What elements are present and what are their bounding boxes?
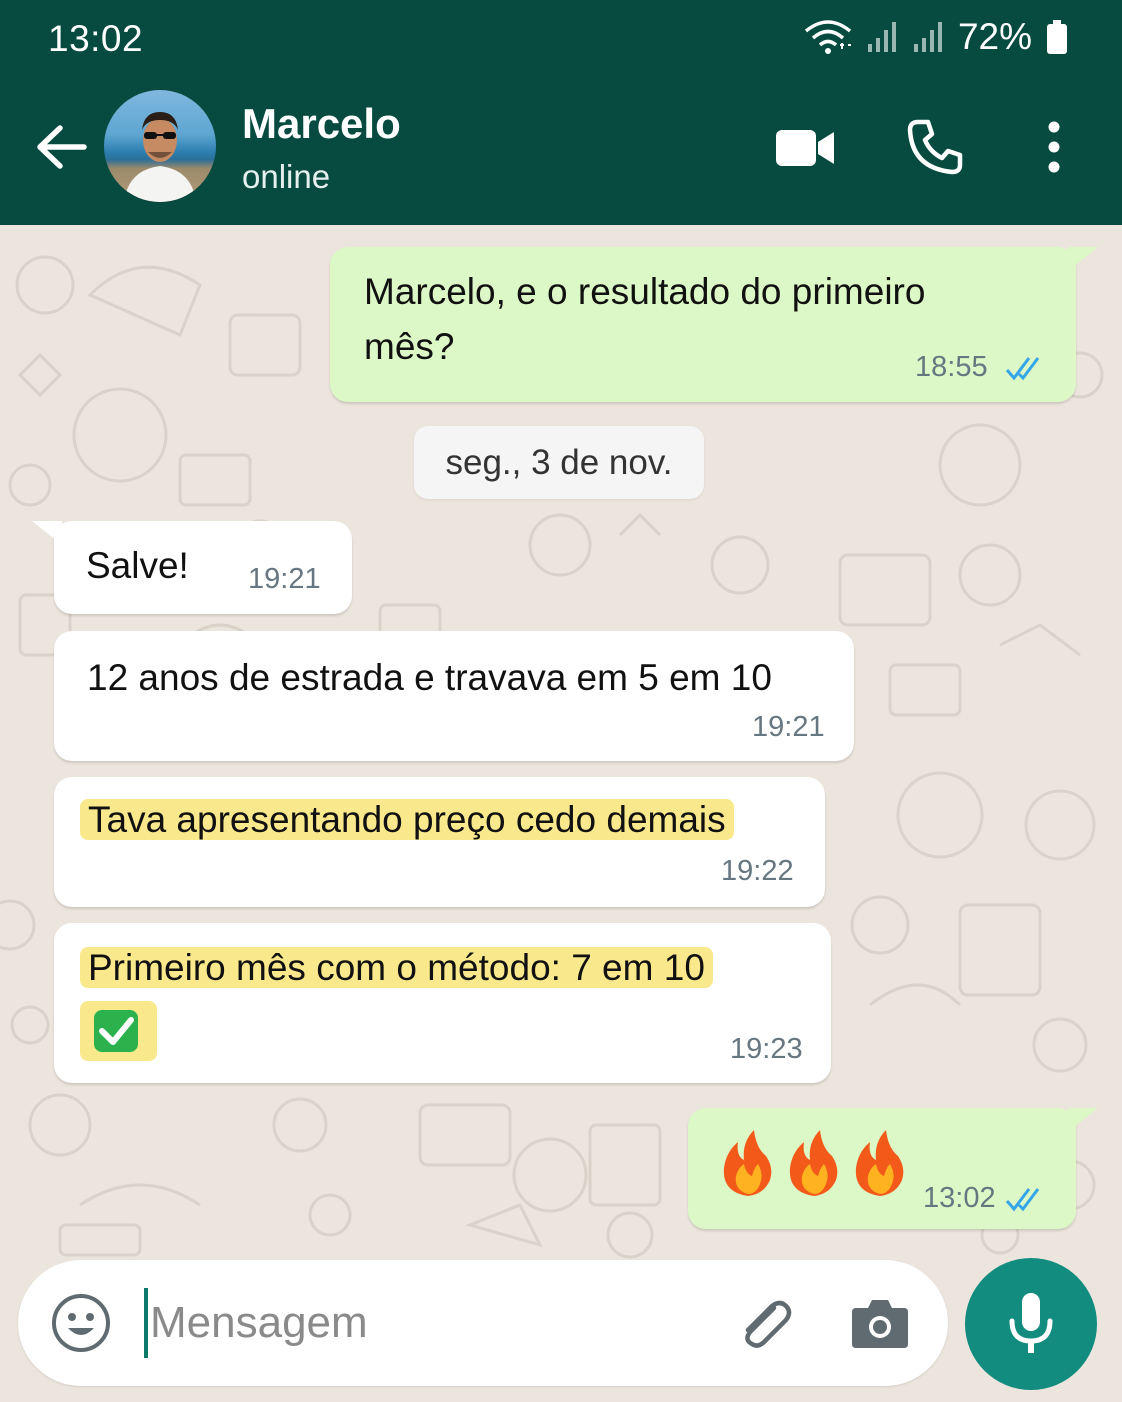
contact-status: online: [242, 158, 331, 195]
message-time: 19:23: [730, 1033, 803, 1065]
message-input[interactable]: [144, 1288, 704, 1358]
status-bar: 13:02 72%: [0, 0, 1122, 70]
battery-percent: 72%: [957, 16, 1032, 57]
message-incoming[interactable]: Primeiro mês com o método: 7 em 10 19:23: [54, 923, 831, 1083]
status-time: 13:02: [48, 18, 144, 59]
back-arrow-icon[interactable]: [34, 122, 90, 172]
avatar-photo: [124, 112, 196, 202]
message-incoming[interactable]: Tava apresentando preço cedo demais 19:2…: [54, 777, 825, 907]
message-time: 18:55: [915, 351, 988, 383]
fire-emojis: [723, 1130, 904, 1196]
highlighted-text: Tava apresentando preço cedo demais: [80, 799, 734, 840]
highlighted-text: Primeiro mês com o método: 7 em 10: [80, 947, 713, 988]
message-text-line: mês?: [364, 326, 455, 367]
read-receipt-icon: [1005, 1188, 1040, 1212]
microphone-icon: [1009, 1293, 1053, 1353]
phone-icon[interactable]: [906, 118, 964, 176]
message-text: Primeiro mês com o método: 7 em 10: [80, 941, 713, 995]
message-outgoing[interactable]: Marcelo, e o resultado do primeiro mês? …: [330, 247, 1098, 402]
message-time: 13:02: [923, 1182, 996, 1214]
message-time: 19:22: [721, 855, 794, 887]
camera-icon[interactable]: [850, 1296, 910, 1350]
chat-area[interactable]: Marcelo, e o resultado do primeiro mês? …: [0, 225, 1122, 1402]
wifi-icon: [804, 20, 852, 54]
bubble-tail: [1068, 247, 1098, 271]
message-text-line: Marcelo, e o resultado do primeiro: [364, 271, 926, 312]
message-incoming[interactable]: 12 anos de estrada e travava em 5 em 10 …: [54, 631, 854, 761]
check-mark-icon: [94, 1010, 138, 1052]
paperclip-icon[interactable]: [736, 1294, 792, 1350]
message-time: 19:21: [248, 563, 321, 595]
fire-icon: [789, 1130, 838, 1196]
message-text: Tava apresentando preço cedo demais: [80, 793, 734, 847]
signal-icon-2: [913, 22, 942, 52]
smiley-icon[interactable]: [50, 1292, 112, 1354]
date-divider: seg., 3 de nov.: [414, 426, 704, 499]
signal-icon: [867, 22, 896, 52]
read-receipt-icon: [1005, 357, 1040, 381]
fire-emoji-text: 🔥🔥🔥: [718, 1138, 719, 1139]
message-time: 19:21: [752, 711, 825, 743]
fire-icon: [723, 1130, 772, 1196]
message-composer: [18, 1260, 948, 1386]
message-incoming[interactable]: Salve! 19:21: [32, 521, 352, 614]
more-vertical-icon[interactable]: [1040, 120, 1068, 174]
bubble-tail: [32, 521, 62, 545]
whatsapp-chat-screen: 13:02 72% Marcelo online Marcelo, e o re…: [0, 0, 1122, 1402]
bubble-tail: [1068, 1108, 1098, 1132]
avatar[interactable]: [104, 90, 216, 202]
message-text: 12 anos de estrada e travava em 5 em 10: [87, 657, 772, 698]
chat-header: Marcelo online: [0, 70, 1122, 225]
battery-icon: [1047, 20, 1067, 54]
contact-name[interactable]: Marcelo: [242, 100, 401, 148]
message-text: Salve!: [86, 545, 189, 586]
message-outgoing[interactable]: 🔥🔥🔥 13:02: [688, 1108, 1098, 1229]
status-icons: 72%: [804, 16, 1068, 58]
video-call-icon[interactable]: [774, 126, 836, 170]
microphone-button[interactable]: [965, 1258, 1097, 1390]
check-emoji: [80, 1001, 157, 1061]
fire-icon: [855, 1130, 904, 1196]
